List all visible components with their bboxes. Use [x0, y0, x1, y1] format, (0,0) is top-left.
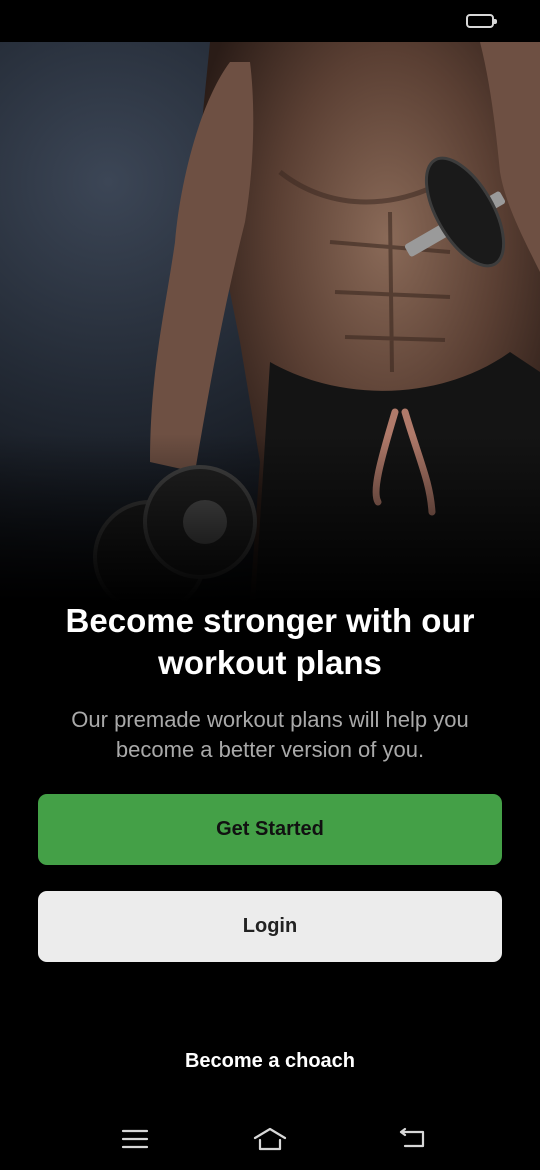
get-started-button[interactable]: Get Started — [38, 794, 502, 865]
back-icon[interactable] — [392, 1124, 432, 1154]
home-icon[interactable] — [250, 1124, 290, 1154]
menu-icon[interactable] — [115, 1124, 155, 1154]
headline: Become stronger with our workout plans — [65, 602, 475, 681]
status-bar — [0, 0, 540, 42]
subtext: Our premade workout plans will help you … — [71, 707, 469, 762]
battery-icon — [466, 14, 497, 28]
muscular-man-illustration — [0, 42, 540, 602]
hero-image — [0, 42, 540, 602]
become-coach-link[interactable]: Become a choach — [0, 1050, 540, 1073]
login-button[interactable]: Login — [38, 891, 502, 962]
system-nav-bar — [0, 1110, 540, 1170]
